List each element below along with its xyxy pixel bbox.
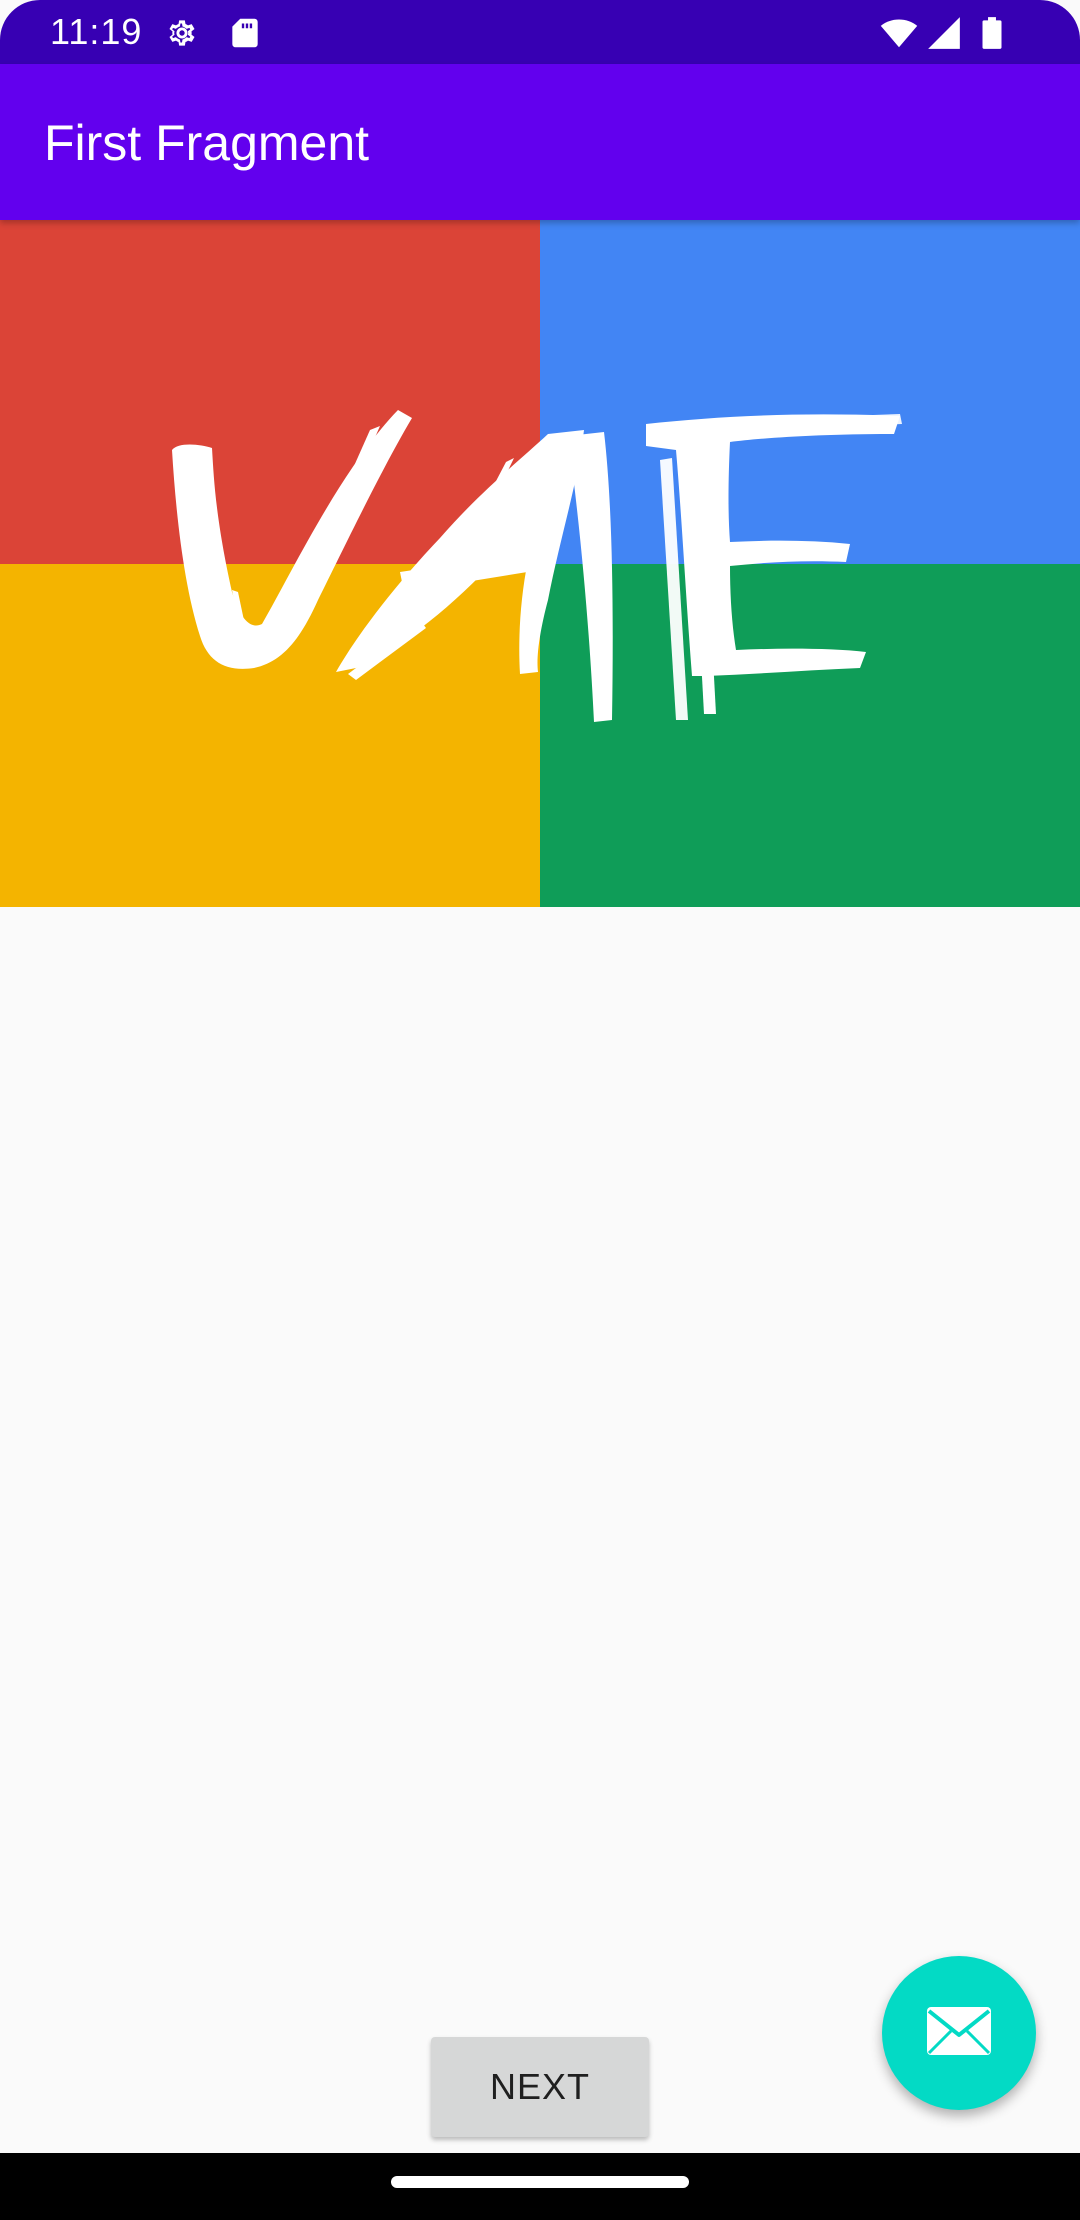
vae-logo-image xyxy=(0,220,1080,907)
mail-icon xyxy=(925,2005,993,2062)
logo-quadrant-red xyxy=(0,220,540,564)
sd-card-icon xyxy=(226,14,264,52)
screen: 11:19 First Fragment NEXT xyxy=(0,0,1080,2220)
settings-icon xyxy=(163,14,201,52)
status-bar: 11:19 xyxy=(0,0,1080,64)
app-bar: First Fragment xyxy=(0,64,1080,220)
logo-quadrant-green xyxy=(540,564,1080,907)
battery-icon xyxy=(973,14,1011,52)
wifi-icon xyxy=(880,14,918,52)
logo-quadrant-blue xyxy=(540,220,1080,564)
mail-fab-button[interactable] xyxy=(882,1956,1036,2110)
status-time: 11:19 xyxy=(50,11,143,52)
app-title: First Fragment xyxy=(44,115,370,171)
next-button[interactable]: NEXT xyxy=(431,2037,649,2137)
cell-signal-icon xyxy=(925,14,963,52)
home-gesture-handle[interactable] xyxy=(391,2176,689,2188)
